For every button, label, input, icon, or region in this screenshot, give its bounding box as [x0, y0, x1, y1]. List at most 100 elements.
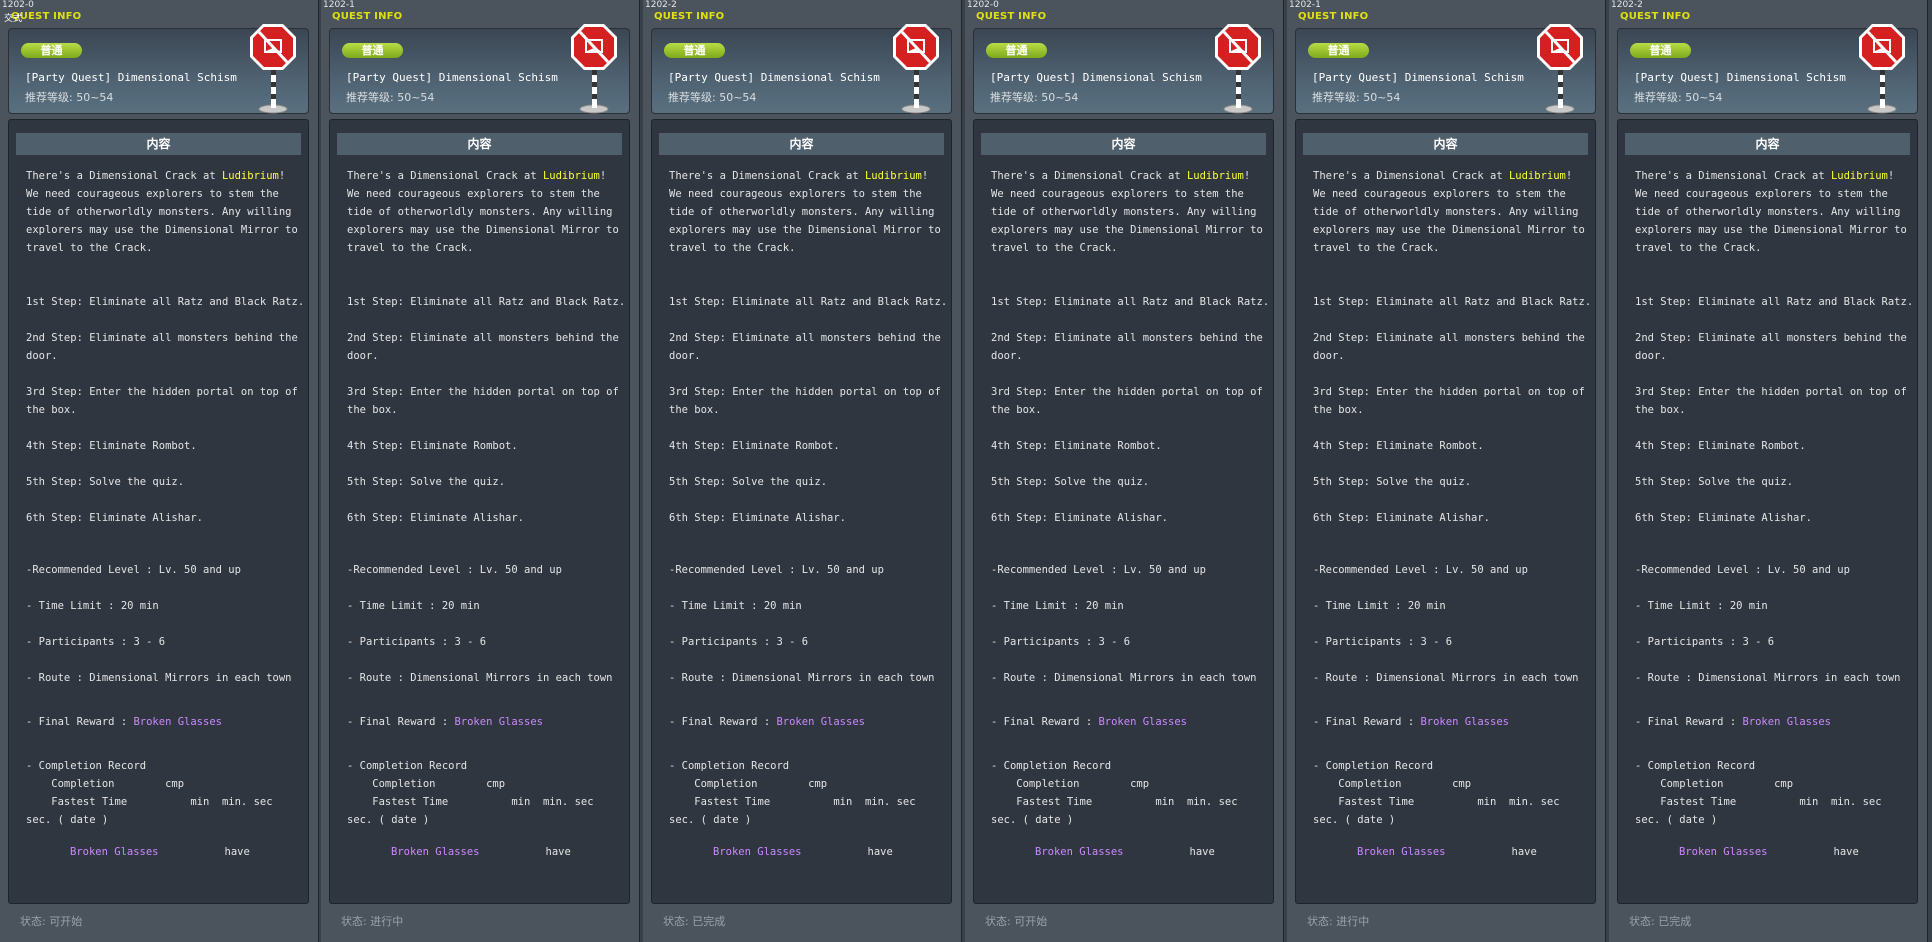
completion-record-fastest: Fastest Time min min. sec — [1635, 796, 1882, 808]
quest-header: 普通 [Party Quest] Dimensional Schism 推荐等级: … — [651, 24, 952, 114]
quest-step: 1st Step: Eliminate all Ratz and Black R… — [1635, 296, 1914, 308]
completion-record-title: - Completion Record — [26, 760, 147, 772]
difficulty-badge: 普通 — [1630, 43, 1691, 58]
quest-panel: 1202-2 QUEST INFO 普通 [Party Quest] Dimensio… — [643, 0, 962, 942]
quest-step: 4th Step: Eliminate Rombot. — [991, 440, 1162, 452]
quest-info-line: - Route : Dimensional Mirrors in each to… — [347, 672, 613, 684]
footer-reward: Broken Glasses have — [713, 843, 893, 861]
content-box[interactable]: 内容 There's a Dimensional Crack at Ludibri… — [1295, 119, 1596, 904]
panel-id: 1202-2 — [1611, 0, 1643, 10]
quest-header: 普通 [Party Quest] Dimensional Schism 推荐等级: … — [8, 24, 309, 114]
footer-have: have — [1189, 846, 1215, 858]
content-header: 内容 — [659, 133, 944, 155]
quest-description: There's a Dimensional Crack at Ludibrium… — [1313, 167, 1585, 257]
final-reward-item[interactable]: Broken Glasses — [133, 716, 222, 728]
completion-record-fastest: Fastest Time min min. sec — [1313, 796, 1560, 808]
footer-have: have — [545, 846, 571, 858]
desc-text: There's a Dimensional Crack at — [1313, 170, 1509, 182]
footer-reward-item[interactable]: Broken Glasses — [1035, 846, 1124, 858]
completion-record-count: Completion cmp — [669, 778, 828, 790]
quest-panel: 1202-2 QUEST INFO 普通 [Party Quest] Dimensio… — [1609, 0, 1928, 942]
content-box[interactable]: 内容 There's a Dimensional Crack at Ludibri… — [1617, 119, 1918, 904]
quest-info-line: - Participants : 3 - 6 — [669, 636, 809, 648]
content-header: 内容 — [981, 133, 1266, 155]
quest-step: 6th Step: Eliminate Alishar. — [347, 512, 525, 524]
footer-reward-item[interactable]: Broken Glasses — [713, 846, 802, 858]
quest-step: door. — [1313, 350, 1345, 362]
footer-reward-item[interactable]: Broken Glasses — [70, 846, 159, 858]
quest-step: 6th Step: Eliminate Alishar. — [26, 512, 204, 524]
completion-record-fastest: Fastest Time min min. sec — [991, 796, 1238, 808]
quest-panel: 1202-1 QUEST INFO 普通 [Party Quest] Dimensio… — [321, 0, 640, 942]
quest-info-line: - Participants : 3 - 6 — [347, 636, 487, 648]
quest-info-title: QUEST INFO — [654, 11, 725, 22]
quest-step: 4th Step: Eliminate Rombot. — [26, 440, 197, 452]
quest-step: door. — [347, 350, 379, 362]
desc-text-rest: ! We need courageous explorers to stem t… — [26, 170, 305, 254]
final-reward-label: - Final Reward : — [991, 716, 1099, 728]
quest-info-line: - Participants : 3 - 6 — [991, 636, 1131, 648]
quest-step: 6th Step: Eliminate Alishar. — [991, 512, 1169, 524]
content-header: 内容 — [16, 133, 301, 155]
quest-step: 4th Step: Eliminate Rombot. — [1313, 440, 1484, 452]
footer-reward: Broken Glasses have — [1679, 843, 1859, 861]
quest-step: 5th Step: Solve the quiz. — [991, 476, 1150, 488]
completion-record-count: Completion cmp — [347, 778, 506, 790]
quest-step: the box. — [669, 404, 720, 416]
quest-status: 状态: 可开始 — [20, 915, 83, 928]
quest-step: 1st Step: Eliminate all Ratz and Black R… — [1313, 296, 1592, 308]
content-box[interactable]: 内容 There's a Dimensional Crack at Ludibri… — [651, 119, 952, 904]
quest-step: 2nd Step: Eliminate all monsters behind … — [991, 332, 1263, 344]
final-reward-item[interactable]: Broken Glasses — [1098, 716, 1187, 728]
final-reward-item[interactable]: Broken Glasses — [1742, 716, 1831, 728]
content-box[interactable]: 内容 There's a Dimensional Crack at Ludibri… — [329, 119, 630, 904]
desc-text: There's a Dimensional Crack at — [26, 170, 222, 182]
desc-text: There's a Dimensional Crack at — [1635, 170, 1831, 182]
difficulty-badge: 普通 — [1308, 43, 1369, 58]
completion-record-title: - Completion Record — [1313, 760, 1434, 772]
completion-record-date: sec. ( date ) — [669, 814, 752, 826]
content-header: 内容 — [1303, 133, 1588, 155]
final-reward-item[interactable]: Broken Glasses — [1420, 716, 1509, 728]
desc-text-rest: ! We need courageous explorers to stem t… — [991, 170, 1270, 254]
stop-sign-icon — [250, 24, 296, 114]
final-reward-label: - Final Reward : — [347, 716, 455, 728]
difficulty-badge: 普通 — [986, 43, 1047, 58]
completion-record-count: Completion cmp — [1635, 778, 1794, 790]
quest-step: 6th Step: Eliminate Alishar. — [1313, 512, 1491, 524]
recommended-level: 推荐等级: 50~54 — [1634, 91, 1723, 104]
final-reward-label: - Final Reward : — [669, 716, 777, 728]
footer-reward-item[interactable]: Broken Glasses — [391, 846, 480, 858]
quest-info-line: -Recommended Level : Lv. 50 and up — [347, 564, 562, 576]
panel-id: 1202-2 — [645, 0, 677, 10]
completion-record-date: sec. ( date ) — [991, 814, 1074, 826]
quest-step: door. — [669, 350, 701, 362]
difficulty-badge: 普通 — [21, 43, 82, 58]
quest-status: 状态: 进行中 — [1307, 915, 1370, 928]
quest-step: 1st Step: Eliminate all Ratz and Black R… — [347, 296, 626, 308]
stop-sign-icon — [1537, 24, 1583, 114]
ludibrium-link: Ludibrium — [1830, 170, 1888, 182]
quest-header: 普通 [Party Quest] Dimensional Schism 推荐等级: … — [1617, 24, 1918, 114]
quest-step: door. — [1635, 350, 1667, 362]
quest-step: 4th Step: Eliminate Rombot. — [347, 440, 518, 452]
final-reward-item[interactable]: Broken Glasses — [454, 716, 543, 728]
footer-reward-item[interactable]: Broken Glasses — [1357, 846, 1446, 858]
completion-record-title: - Completion Record — [669, 760, 790, 772]
quest-info-line: - Route : Dimensional Mirrors in each to… — [1313, 672, 1579, 684]
quest-info-line: - Time Limit : 20 min — [1313, 600, 1446, 612]
quest-step: 6th Step: Eliminate Alishar. — [669, 512, 847, 524]
quest-description: There's a Dimensional Crack at Ludibrium… — [26, 167, 298, 257]
content-box[interactable]: 内容 There's a Dimensional Crack at Ludibri… — [8, 119, 309, 904]
content-header: 内容 — [1625, 133, 1910, 155]
quest-step: 3rd Step: Enter the hidden portal on top… — [26, 386, 298, 398]
content-box[interactable]: 内容 There's a Dimensional Crack at Ludibri… — [973, 119, 1274, 904]
completion-record-count: Completion cmp — [26, 778, 185, 790]
final-reward-item[interactable]: Broken Glasses — [776, 716, 865, 728]
footer-reward-item[interactable]: Broken Glasses — [1679, 846, 1768, 858]
completion-record-fastest: Fastest Time min min. sec — [347, 796, 594, 808]
final-reward: - Final Reward : Broken Glasses — [26, 713, 222, 731]
quest-step: the box. — [1635, 404, 1686, 416]
panel-id: 1202-1 — [1289, 0, 1321, 10]
quest-info-line: - Route : Dimensional Mirrors in each to… — [991, 672, 1257, 684]
